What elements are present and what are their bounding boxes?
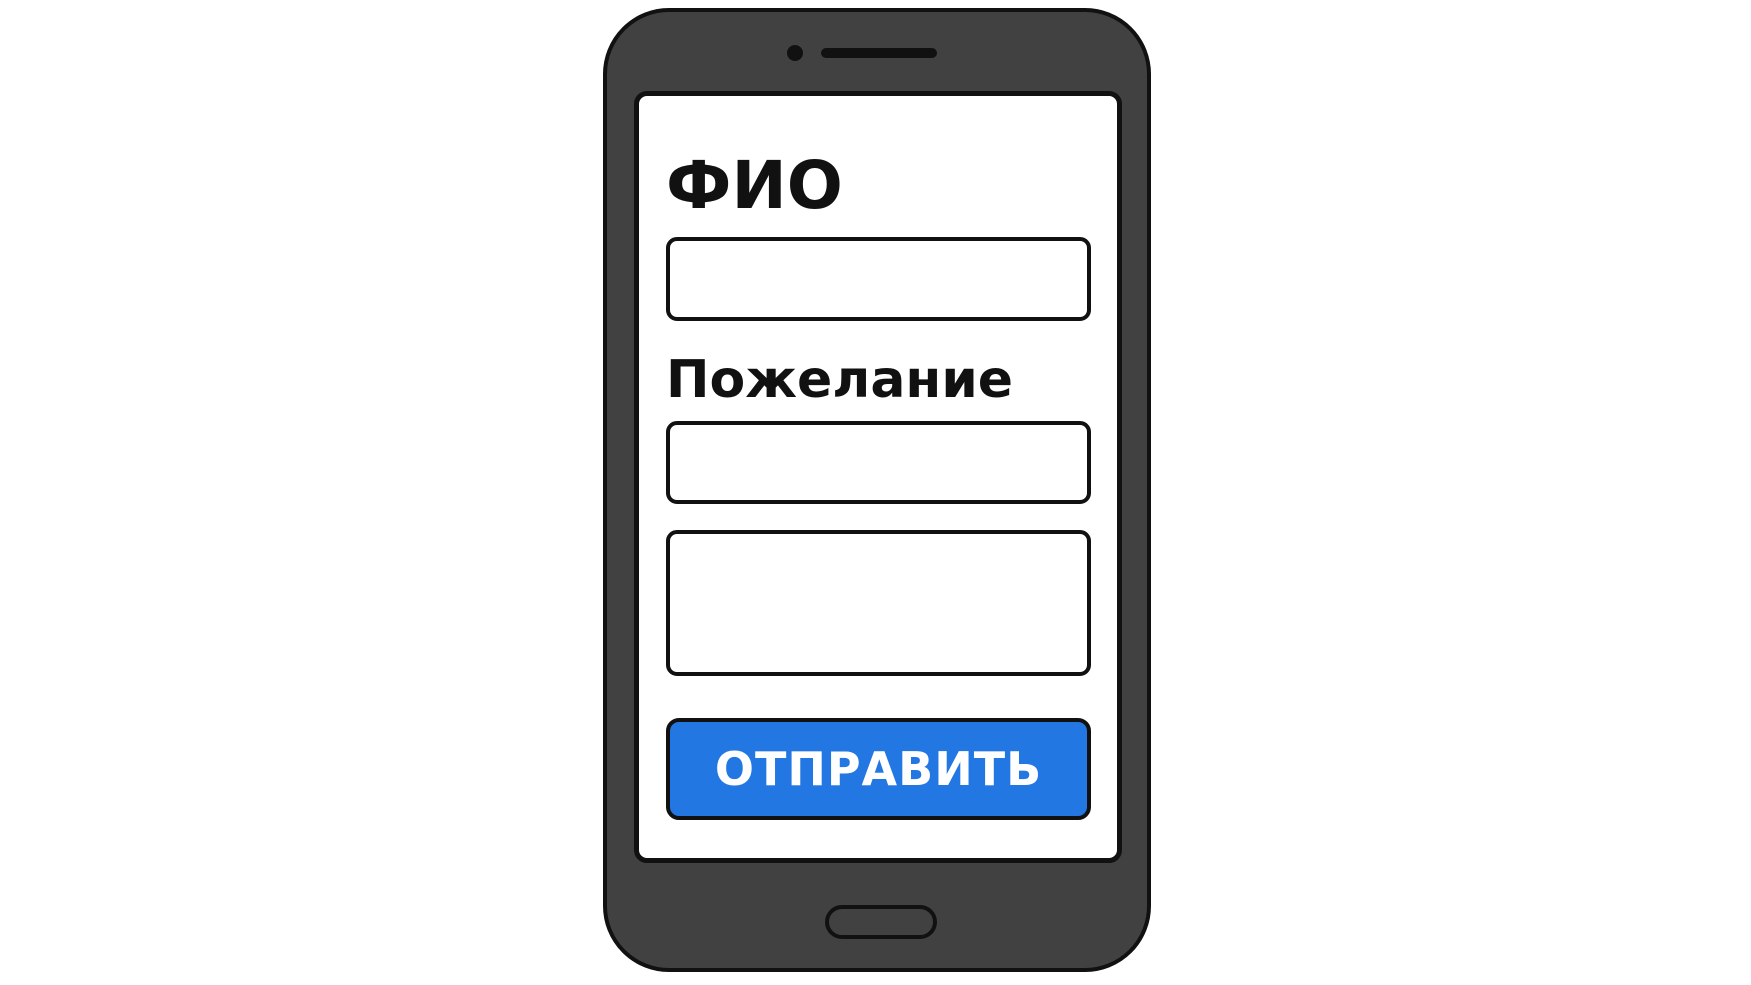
speaker-grille — [821, 48, 937, 58]
home-button[interactable] — [825, 905, 937, 939]
page: ФИО Пожелание ОТПРАВИТЬ — [0, 0, 1751, 985]
camera-icon — [787, 45, 803, 61]
submit-button[interactable]: ОТПРАВИТЬ — [666, 718, 1091, 820]
wish-label: Пожелание — [666, 350, 1014, 410]
phone-screen: ФИО Пожелание ОТПРАВИТЬ — [634, 91, 1122, 863]
wish-textarea[interactable] — [666, 530, 1091, 676]
fio-input[interactable] — [666, 237, 1091, 321]
phone-device: ФИО Пожелание ОТПРАВИТЬ — [603, 8, 1151, 972]
wish-input[interactable] — [666, 421, 1091, 504]
fio-label: ФИО — [666, 147, 843, 224]
